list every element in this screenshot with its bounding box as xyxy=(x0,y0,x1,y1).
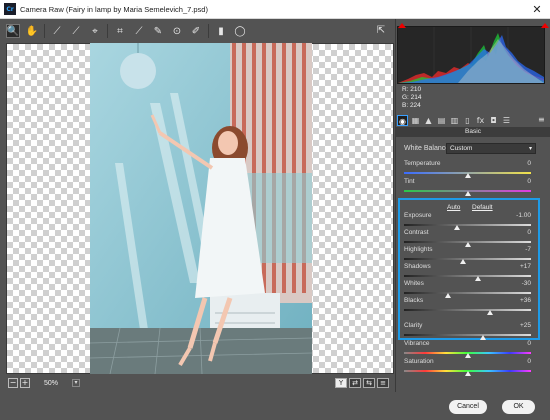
clarity-slider-track[interactable] xyxy=(404,334,531,336)
basic-section-header: Basic xyxy=(396,127,550,137)
title-bar: Cr Camera Raw (Fairy in lamp by Maria Se… xyxy=(0,0,550,19)
zoom-dropdown-icon[interactable]: ▾ xyxy=(72,379,80,387)
blacks-slider-thumb[interactable] xyxy=(487,310,494,315)
highlights-slider-thumb[interactable] xyxy=(460,259,467,264)
white-balance-select[interactable]: Custom ▾ xyxy=(446,143,536,154)
zoom-tool-icon[interactable]: 🔍 xyxy=(6,24,20,38)
panel-tabs: ◉ ▦ ▲ ▤ ▥ ▯ fx ◘ ☰ xyxy=(396,113,550,127)
swap-settings-icon[interactable]: ⇄ xyxy=(349,378,361,388)
effects-tab-icon[interactable]: fx xyxy=(475,115,486,126)
shadows-slider-track[interactable] xyxy=(404,275,531,277)
before-after-toggle-icon[interactable]: Y xyxy=(335,378,347,388)
preview-image xyxy=(90,43,312,374)
zoom-out-button[interactable]: − xyxy=(8,378,18,388)
tint-slider-thumb[interactable] xyxy=(464,191,471,196)
shadows-label: Shadows xyxy=(404,263,431,270)
toolbar-separator xyxy=(208,24,209,38)
saturation-label: Saturation xyxy=(404,358,434,365)
shadows-value[interactable]: +17 xyxy=(507,263,531,270)
readout-r: R: 210 xyxy=(402,86,422,93)
white-balance-value: Custom xyxy=(450,145,473,152)
crop-tool-icon[interactable]: ⌗ xyxy=(113,24,127,38)
toolbar-separator xyxy=(44,24,45,38)
saturation-slider-thumb[interactable] xyxy=(464,371,471,376)
radial-filter-icon[interactable]: ◯ xyxy=(233,24,247,38)
toggle-fullscreen-icon[interactable]: ⇱ xyxy=(374,24,388,38)
default-link[interactable]: Default xyxy=(472,204,493,211)
white-balance-tool-icon[interactable]: ⟋ xyxy=(50,24,64,38)
adjustment-brush-icon[interactable]: ✐ xyxy=(189,24,203,38)
blacks-value[interactable]: +36 xyxy=(507,297,531,304)
whites-value[interactable]: -30 xyxy=(507,280,531,287)
camera-calibration-tab-icon[interactable]: ◘ xyxy=(488,115,499,126)
camera-raw-app-icon: Cr xyxy=(4,3,16,15)
split-toning-tab-icon[interactable]: ▥ xyxy=(449,115,460,126)
highlights-slider-track[interactable] xyxy=(404,258,531,260)
lens-corrections-tab-icon[interactable]: ▯ xyxy=(462,115,473,126)
readout-g: G: 214 xyxy=(402,94,422,101)
status-bar: − + 50% ▾ Y ⇄ ⇆ ≡ xyxy=(0,374,395,392)
highlight-clipping-warning-icon[interactable] xyxy=(541,23,549,28)
tint-label: Tint xyxy=(404,178,415,185)
basic-tab-icon[interactable]: ◉ xyxy=(397,114,408,126)
blacks-label: Blacks xyxy=(404,297,424,304)
contrast-label: Contrast xyxy=(404,229,429,236)
exposure-value[interactable]: -1.00 xyxy=(507,212,531,219)
highlights-value[interactable]: -7 xyxy=(507,246,531,253)
contrast-value[interactable]: 0 xyxy=(507,229,531,236)
detail-tab-icon[interactable]: ▲ xyxy=(423,115,434,126)
window-title: Camera Raw (Fairy in lamp by Maria Semel… xyxy=(20,4,208,14)
view-buttons: Y ⇄ ⇆ ≡ xyxy=(333,378,389,388)
readout-b: B: 224 xyxy=(402,102,421,109)
red-eye-tool-icon[interactable]: ⊙ xyxy=(170,24,184,38)
whites-slider-track[interactable] xyxy=(404,292,531,294)
clarity-label: Clarity xyxy=(404,322,423,329)
exposure-label: Exposure xyxy=(404,212,432,219)
chevron-down-icon: ▾ xyxy=(528,145,532,152)
shadows-slider-thumb[interactable] xyxy=(475,276,482,281)
zoom-level: 50% xyxy=(44,379,59,387)
clarity-value[interactable]: +25 xyxy=(507,322,531,329)
targeted-adjustment-tool-icon[interactable]: ⌖ xyxy=(88,24,102,38)
straighten-tool-icon[interactable]: ⟋ xyxy=(132,24,146,38)
preview-preferences-icon[interactable]: ≡ xyxy=(377,378,389,388)
saturation-value[interactable]: 0 xyxy=(507,358,531,365)
hsl-tab-icon[interactable]: ▤ xyxy=(436,115,447,126)
zoom-in-button[interactable]: + xyxy=(20,378,30,388)
temperature-value[interactable]: 0 xyxy=(507,160,531,167)
exposure-slider-thumb[interactable] xyxy=(454,225,461,230)
exposure-slider-track[interactable] xyxy=(404,224,531,226)
clarity-slider-thumb[interactable] xyxy=(480,335,487,340)
toolbar-separator xyxy=(107,24,108,38)
close-button[interactable]: ✕ xyxy=(530,3,544,16)
auto-link[interactable]: Auto xyxy=(447,204,460,211)
shadow-clipping-warning-icon[interactable] xyxy=(398,23,406,28)
tone-curve-tab-icon[interactable]: ▦ xyxy=(410,115,421,126)
contrast-slider-thumb[interactable] xyxy=(464,242,471,247)
temperature-slider-thumb[interactable] xyxy=(464,173,471,178)
cancel-button[interactable]: Cancel xyxy=(449,400,487,414)
hand-tool-icon[interactable]: ✋ xyxy=(25,24,39,38)
vibrance-value[interactable]: 0 xyxy=(507,340,531,347)
blacks-slider-track[interactable] xyxy=(404,309,531,311)
temperature-label: Temperature xyxy=(404,160,441,167)
toolbar: 🔍 ✋ ⟋ ⟋ ⌖ ⌗ ⟋ ✎ ⊙ ✐ ▮ ◯ xyxy=(0,19,395,43)
white-balance-label: White Balance: xyxy=(404,145,452,152)
highlights-label: Highlights xyxy=(404,246,433,253)
vibrance-label: Vibrance xyxy=(404,340,430,347)
histogram xyxy=(397,26,545,84)
whites-slider-thumb[interactable] xyxy=(445,293,452,298)
copy-settings-icon[interactable]: ⇆ xyxy=(363,378,375,388)
panel-menu-icon[interactable]: ≡ xyxy=(538,115,545,124)
ok-button[interactable]: OK xyxy=(502,400,535,414)
presets-tab-icon[interactable]: ☰ xyxy=(501,115,512,126)
spot-removal-tool-icon[interactable]: ✎ xyxy=(151,24,165,38)
vibrance-slider-thumb[interactable] xyxy=(464,353,471,358)
tint-value[interactable]: 0 xyxy=(507,178,531,185)
color-sampler-tool-icon[interactable]: ⟋ xyxy=(69,24,83,38)
whites-label: Whites xyxy=(404,280,424,287)
graduated-filter-icon[interactable]: ▮ xyxy=(214,24,228,38)
